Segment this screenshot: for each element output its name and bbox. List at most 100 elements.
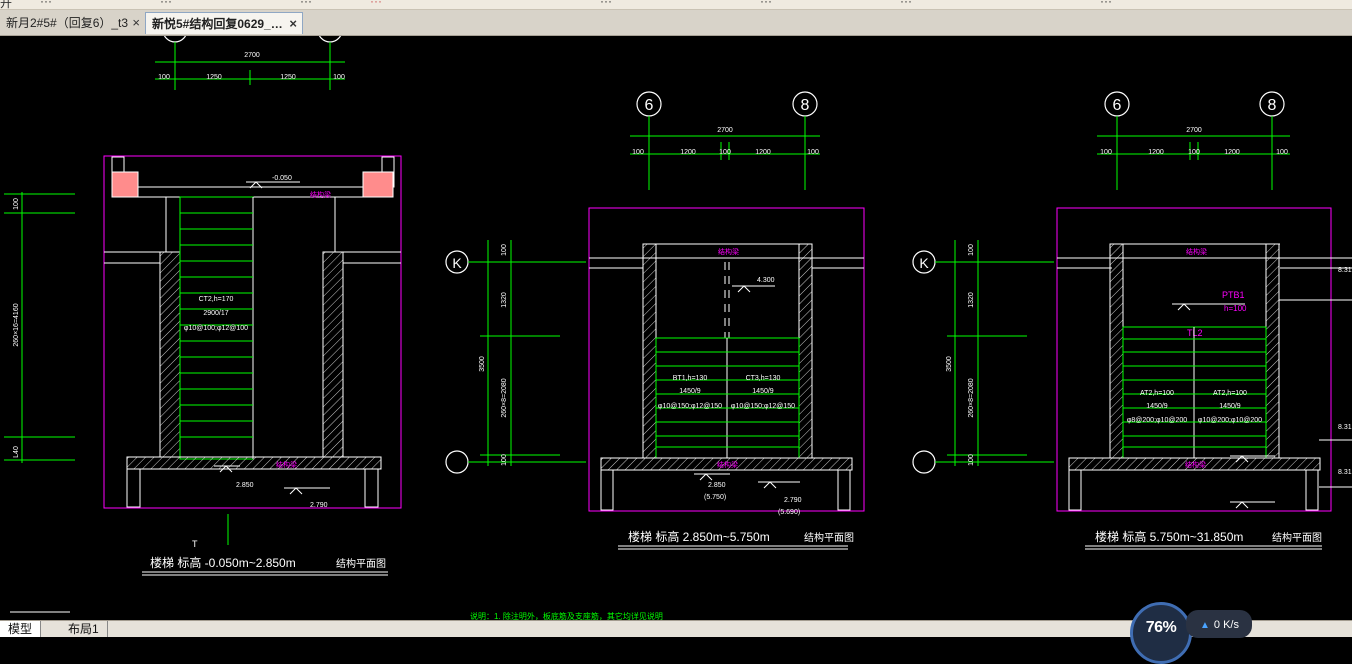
document-tab-bar: 新月2#5#（回复6）_t3 × 新悦5#结构回复0629_… ×: [0, 10, 1352, 36]
drawing-subtitle: 结构平面图: [1272, 531, 1322, 544]
tab-label: 新悦5#结构回复0629_…: [152, 17, 283, 31]
tab-label: 新月2#5#（回复6）_t3: [6, 16, 129, 30]
network-speed: ▲ 0 K/s: [1186, 610, 1252, 638]
dim-text: 100: [968, 244, 975, 256]
stair-rebar: φ10@100;φ12@100: [184, 325, 248, 332]
dim-text: 2700: [717, 127, 733, 134]
dim-text: 1320: [501, 292, 508, 308]
stair-rebar: φ8@200;φ10@200: [1127, 417, 1187, 424]
cpu-gauge: 76%: [1130, 602, 1192, 664]
dim-text: 1200: [1224, 149, 1240, 156]
upload-arrow-icon: ▲: [1200, 620, 1210, 631]
drawing-title: 楼梯 标高 2.850m~5.750m: [628, 529, 770, 544]
grid-bubble-top-left: [163, 36, 187, 43]
dim-text: 100: [13, 198, 20, 210]
stair-label: CT3,h=130: [746, 375, 781, 382]
dim-text: 100: [1188, 149, 1200, 156]
drawing-subtitle: 结构平面图: [336, 557, 386, 570]
dim-text: 1200: [680, 149, 696, 156]
dim-text: 100: [501, 244, 508, 256]
grid-bubble-label: 6: [1113, 97, 1122, 114]
menu-ribbon-strip: 开 ··· ··· ··· ··· ··· ··· ··· ···: [0, 0, 1352, 10]
dim-text: 100: [158, 74, 170, 81]
section-mark: T: [192, 539, 198, 549]
elevation-label: 8.31: [1338, 267, 1352, 274]
stair-steps: 1450/9: [1219, 403, 1241, 410]
dim-text: 100: [1100, 149, 1112, 156]
stair-steps: 1450/9: [1146, 403, 1168, 410]
stair-label: AT2,h=100: [1213, 390, 1247, 397]
dim-text: 100: [333, 74, 345, 81]
grid-bubble-label: K: [919, 255, 929, 271]
dim-text: 260×8=2080: [501, 378, 508, 417]
beam-label: 结构梁: [276, 460, 297, 469]
stair-steps: 1450/9: [679, 388, 701, 395]
drawing-title: 楼梯 标高 -0.050m~2.850m: [150, 555, 296, 570]
tab-drawing-1[interactable]: 新月2#5#（回复6）_t3 ×: [0, 12, 145, 34]
network-monitor-widget[interactable]: 76% ▲ 0 K/s: [1130, 602, 1254, 664]
dim-text: 100: [807, 149, 819, 156]
stair-rebar: φ10@150;φ12@150: [658, 403, 722, 410]
drawing-canvas[interactable]: 2700 100 1250 1250 100 -0.050 结构梁 CT2,h=…: [0, 36, 1352, 620]
stair-rebar: φ10@150;φ12@150: [731, 403, 795, 410]
gauge-percent: 76%: [1145, 619, 1177, 636]
dim-text: 260×16=4160: [13, 303, 20, 346]
elevation-label: 2.850: [236, 482, 254, 489]
drawing-note: 说明：1. 除注明外，板底筋及支座筋，其它均详见说明: [470, 611, 663, 620]
elevation-label: -0.050: [272, 175, 292, 182]
tab-drawing-2-active[interactable]: 新悦5#结构回复0629_… ×: [145, 12, 303, 34]
dim-text: 3500: [479, 356, 486, 372]
stair-label: CT2,h=170: [199, 296, 234, 303]
beam-label: 结构梁: [717, 460, 738, 469]
elevation-label: 2.850: [708, 482, 726, 489]
dim-text: 2700: [1186, 127, 1202, 134]
dim-text: 100: [719, 149, 731, 156]
dim-text: 100: [968, 454, 975, 466]
dim-text: 2700: [244, 52, 260, 59]
beam-label: 结构梁: [1186, 247, 1207, 256]
dim-text: 1250: [206, 74, 222, 81]
elevation-label: 4.300: [757, 277, 775, 284]
tab-model[interactable]: 模型: [0, 621, 42, 637]
elevation-label: 2.790: [310, 502, 328, 509]
stair-plan-2: 6 8 2700 100 1200 100 1200 100 结构梁 4.300: [445, 91, 865, 550]
grid-bubble-label: 8: [1268, 97, 1277, 114]
dim-text: 260×8=2080: [968, 378, 975, 417]
elevation-label: (5.690): [778, 509, 800, 516]
stair-plan-3: 6 8 2700 100 1200 100 1200 100 结构梁 PTB1 …: [912, 91, 1352, 550]
grid-bubble-label: K: [452, 255, 462, 271]
tab-layout-1[interactable]: 布局1: [60, 621, 108, 637]
elevation-label: 8.31: [1338, 469, 1352, 476]
beam-label: 结构梁: [718, 247, 739, 256]
drawing-title: 楼梯 标高 5.750m~31.850m: [1095, 529, 1243, 544]
dim-text: 3500: [946, 356, 953, 372]
grid-bubble-label: 8: [801, 97, 810, 114]
dim-text: 100: [1276, 149, 1288, 156]
tl-label: TL2: [1187, 328, 1203, 338]
stair-steps: 1450/9: [752, 388, 774, 395]
dim-text: 1250: [280, 74, 296, 81]
dim-text: L40: [13, 446, 20, 458]
stair-plan-1: 2700 100 1250 1250 100 -0.050 结构梁 CT2,h=…: [4, 36, 402, 576]
drawing-subtitle: 结构平面图: [804, 531, 854, 544]
beam-label: 结构梁: [1185, 460, 1206, 469]
ptb-thickness: h=100: [1224, 304, 1247, 313]
dim-text: 100: [501, 454, 508, 466]
stair-label: BT1,h=130: [673, 375, 708, 382]
dim-text: 1200: [755, 149, 771, 156]
close-icon[interactable]: ×: [289, 13, 297, 34]
stair-rebar: φ10@200;φ10@200: [1198, 417, 1262, 424]
elevation-label: (5.750): [704, 494, 726, 501]
grid-bubble-label: 6: [645, 97, 654, 114]
close-icon[interactable]: ×: [132, 12, 140, 34]
elevation-label: 8.31: [1338, 424, 1352, 431]
dim-text: 100: [632, 149, 644, 156]
ptb-label: PTB1: [1222, 290, 1245, 300]
speed-value: 0 K/s: [1213, 619, 1239, 631]
dim-text: 1200: [1148, 149, 1164, 156]
stair-steps: 2900/17: [203, 310, 228, 317]
grid-bubble-top-right: [318, 36, 342, 43]
elevation-label: 2.790: [784, 497, 802, 504]
stair-label: AT2,h=100: [1140, 390, 1174, 397]
beam-label: 结构梁: [310, 190, 331, 199]
